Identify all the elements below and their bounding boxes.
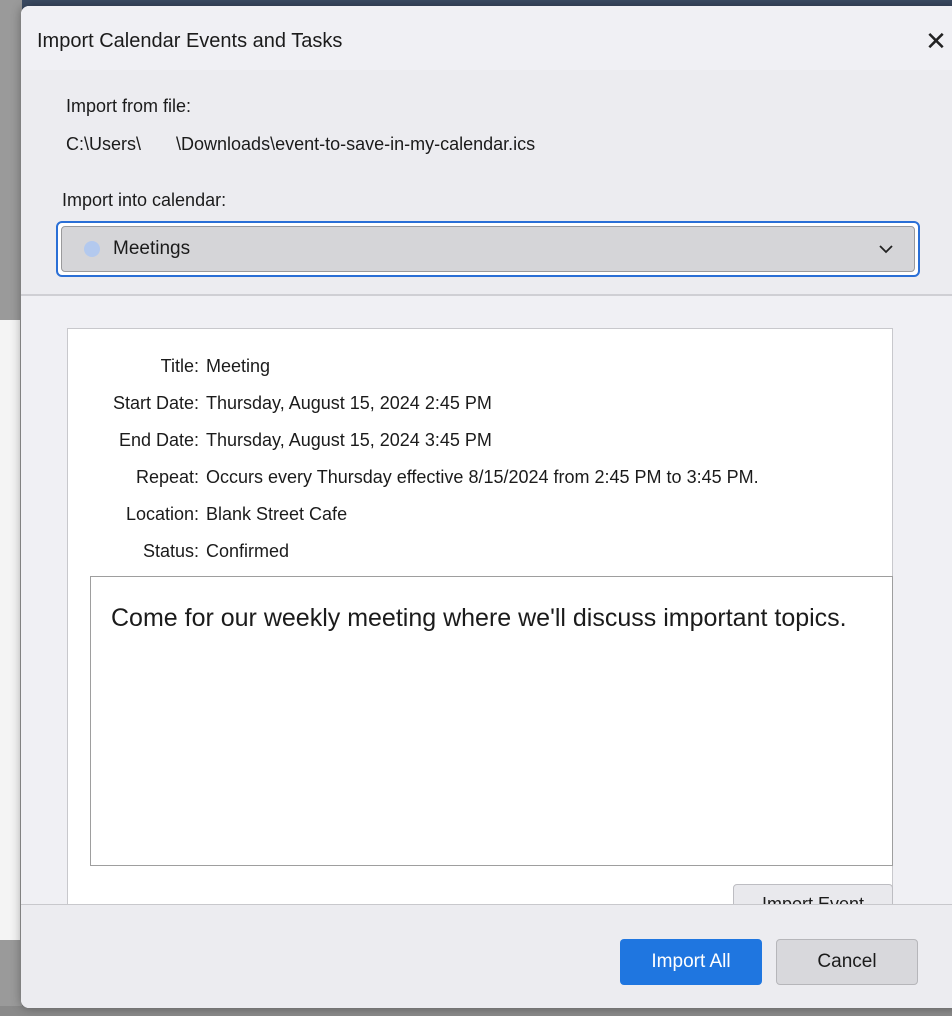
- calendar-name: Meetings: [113, 238, 191, 259]
- field-value: Thursday, August 15, 2024 2:45 PM: [206, 393, 492, 413]
- close-button[interactable]: ✕: [919, 24, 952, 58]
- import-all-button[interactable]: Import All: [620, 939, 762, 985]
- dialog-titlebar: Import Calendar Events and Tasks ✕: [21, 6, 952, 70]
- event-field-status: Status: Confirmed: [68, 541, 894, 569]
- field-value: Meeting: [206, 356, 271, 376]
- field-label: Repeat:: [135, 467, 199, 487]
- import-settings-section: Import from file: C:\Users\ \Downloads\e…: [21, 70, 952, 294]
- event-field-title: Title: Meeting: [68, 356, 894, 384]
- field-label: Title:: [160, 356, 199, 376]
- import-dialog: Import Calendar Events and Tasks ✕ Impor…: [21, 6, 952, 1008]
- field-label: Location:: [125, 504, 199, 524]
- field-value: Confirmed: [206, 541, 290, 561]
- dialog-footer: Import All Cancel: [21, 904, 952, 1008]
- calendar-select-field[interactable]: Meetings: [61, 226, 915, 272]
- event-field-end-date: End Date: Thursday, August 15, 2024 3:45…: [68, 430, 894, 458]
- close-icon: ✕: [925, 25, 947, 56]
- calendar-select[interactable]: Meetings: [56, 221, 920, 277]
- field-label: Start Date:: [112, 393, 199, 413]
- import-from-label: Import from file:: [66, 96, 192, 116]
- cancel-button[interactable]: Cancel: [776, 939, 918, 985]
- field-value: Blank Street Cafe: [206, 504, 348, 524]
- event-card: Title: Meeting Start Date: Thursday, Aug…: [67, 328, 893, 904]
- field-value: Thursday, August 15, 2024 3:45 PM: [206, 430, 492, 450]
- background-app-left-panel: [0, 320, 20, 940]
- event-description: Come for our weekly meeting where we'll …: [90, 576, 893, 866]
- field-value: Occurs every Thursday effective 8/15/202…: [206, 467, 759, 487]
- file-path: C:\Users\ \Downloads\event-to-save-in-my…: [66, 134, 536, 154]
- import-event-button[interactable]: Import Event: [733, 884, 893, 904]
- field-label: Status:: [142, 541, 199, 561]
- import-into-label: Import into calendar:: [62, 190, 227, 210]
- event-field-repeat: Repeat: Occurs every Thursday effective …: [68, 467, 894, 495]
- events-list[interactable]: Title: Meeting Start Date: Thursday, Aug…: [21, 296, 952, 904]
- field-label: End Date:: [118, 430, 199, 450]
- calendar-color-dot: [84, 241, 100, 257]
- dialog-title: Import Calendar Events and Tasks: [37, 30, 343, 52]
- event-field-start-date: Start Date: Thursday, August 15, 2024 2:…: [68, 393, 894, 421]
- chevron-down-icon: [879, 245, 893, 254]
- event-field-location: Location: Blank Street Cafe: [68, 504, 894, 532]
